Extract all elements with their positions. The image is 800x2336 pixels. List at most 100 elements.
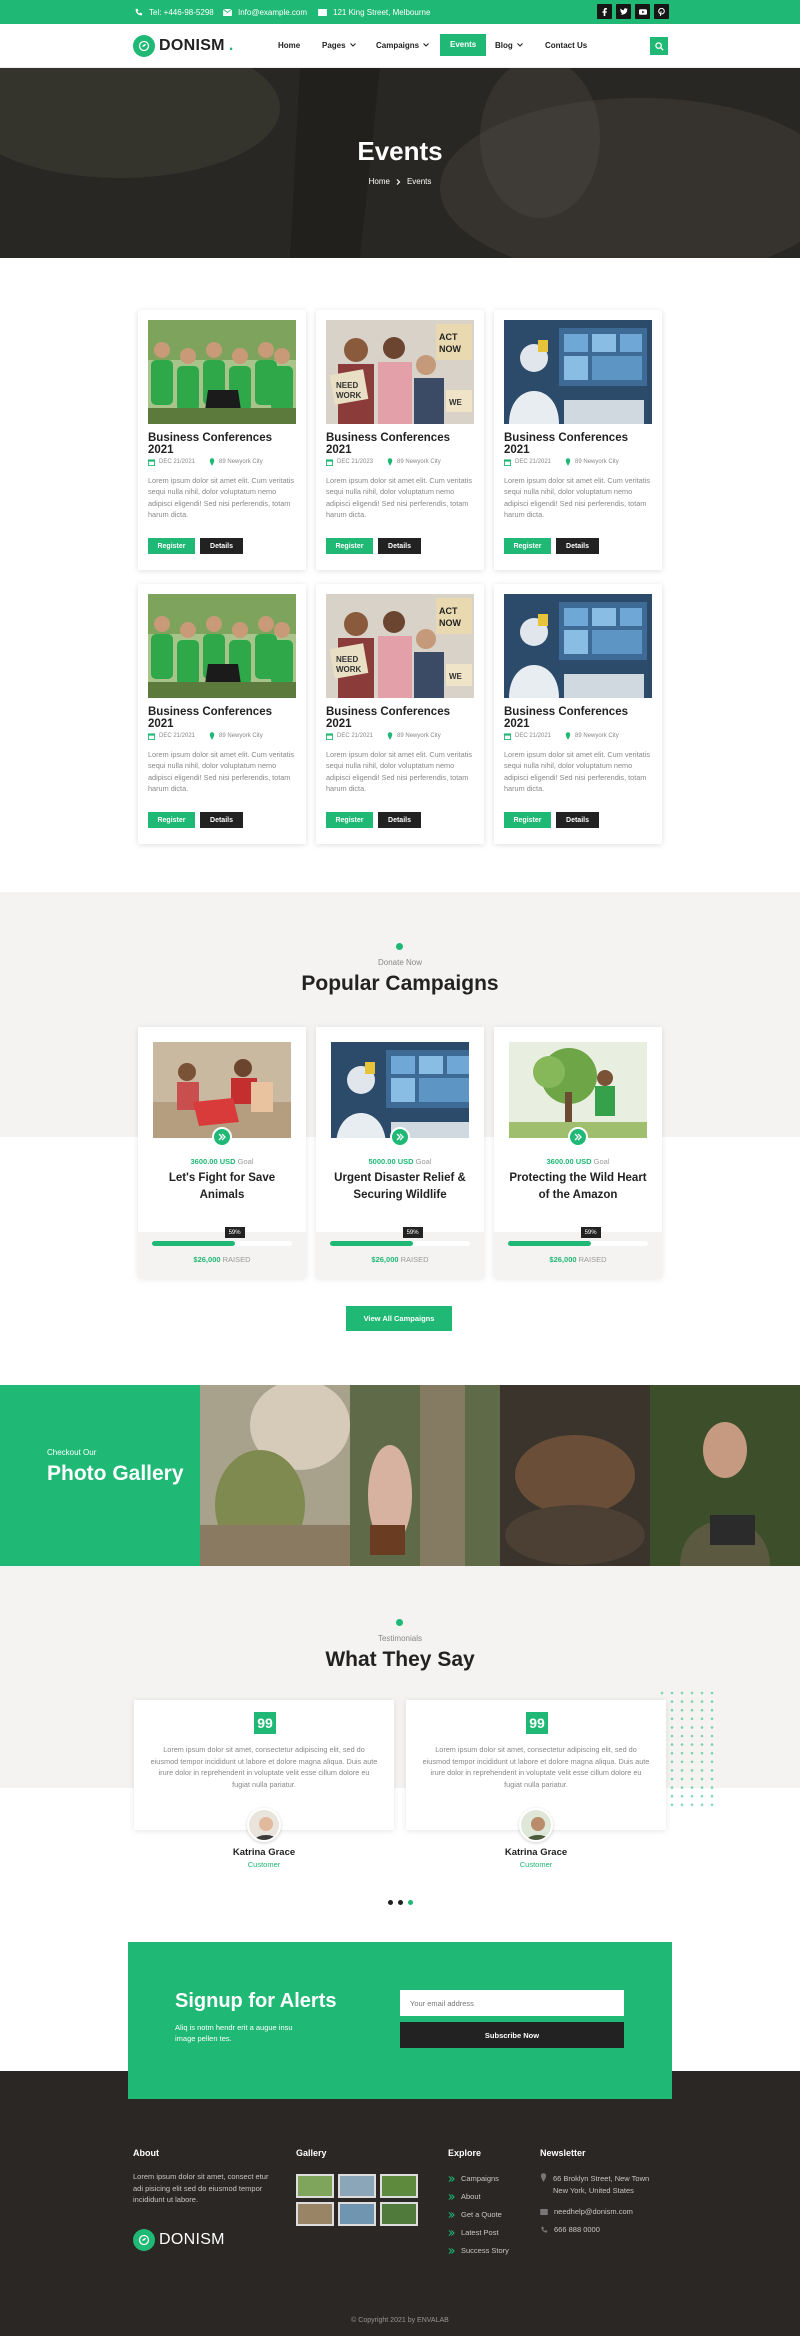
carousel-dots (388, 1900, 413, 1905)
campaign-title[interactable]: Protecting the Wild Heart of the Amazon (508, 1170, 648, 1204)
event-title[interactable]: Business Conferences 2021 (148, 432, 298, 456)
event-image[interactable] (504, 320, 652, 424)
footer-phone[interactable]: 666 888 0000 (540, 2225, 600, 2234)
event-title[interactable]: Business Conferences 2021 (504, 706, 654, 730)
campaign-card: 5000.00 USD Goal Urgent Disaster Relief &… (316, 1027, 484, 1278)
double-chevron-icon[interactable] (390, 1127, 410, 1147)
details-button[interactable]: Details (200, 538, 243, 554)
register-button[interactable]: Register (148, 538, 195, 554)
double-chevron-icon[interactable] (568, 1127, 588, 1147)
details-button[interactable]: Details (556, 812, 599, 828)
event-date: DEC 21/2021 (326, 732, 373, 740)
nav-blog[interactable]: Blog (495, 34, 523, 56)
footer-gallery-thumb[interactable] (380, 2174, 418, 2198)
pinterest-icon[interactable] (654, 4, 669, 19)
email-info: Info@example.com (223, 0, 307, 24)
double-chevron-icon[interactable] (212, 1127, 232, 1147)
footer-gallery-thumb[interactable] (338, 2174, 376, 2198)
campaign-title[interactable]: Urgent Disaster Relief & Securing Wildli… (330, 1170, 470, 1204)
event-image[interactable] (148, 320, 296, 424)
register-button[interactable]: Register (504, 812, 551, 828)
search-button[interactable] (650, 37, 668, 55)
campaign-goal: 3600.00 USD Goal (138, 1157, 306, 1166)
footer-gallery-thumb[interactable] (338, 2202, 376, 2226)
footer-link-about[interactable]: About (448, 2192, 481, 2201)
footer-email-text: needhelp@donism.com (554, 2207, 633, 2216)
footer-link-success-story[interactable]: Success Story (448, 2246, 509, 2255)
event-image[interactable] (504, 594, 652, 698)
footer-link-get-a-quote[interactable]: Get a Quote (448, 2210, 502, 2219)
gallery-image-tree[interactable] (350, 1385, 500, 1566)
carousel-dot[interactable] (398, 1900, 403, 1905)
photo-gallery: Checkout Our Photo Gallery (0, 1385, 800, 1566)
event-title[interactable]: Business Conferences 2021 (326, 432, 476, 456)
campaign-image[interactable] (331, 1042, 469, 1138)
calendar-icon (148, 732, 155, 740)
register-button[interactable]: Register (326, 538, 373, 554)
event-meta: DEC 21/2021 89 Newyork City (148, 458, 263, 466)
nav-events[interactable]: Events (440, 34, 487, 56)
event-description: Lorem ipsum dolor sit amet elit. Cum ver… (326, 476, 472, 519)
footer-link-label: Success Story (461, 2246, 509, 2255)
details-button[interactable]: Details (200, 812, 243, 828)
footer-gallery-thumb[interactable] (380, 2202, 418, 2226)
breadcrumb-home[interactable]: Home (369, 177, 390, 186)
map-pin-icon (565, 458, 571, 466)
chevron-right-icon (396, 178, 401, 185)
double-chevron-icon (448, 2211, 455, 2218)
nav-campaigns[interactable]: Campaigns (376, 34, 430, 56)
footer-link-latest-post[interactable]: Latest Post (448, 2228, 499, 2237)
footer-link-campaigns[interactable]: Campaigns (448, 2174, 499, 2183)
event-location: 89 Newyork City (209, 458, 263, 466)
footer-gallery-thumb[interactable] (296, 2174, 334, 2198)
campaign-image[interactable] (153, 1042, 291, 1138)
goal-label: Goal (415, 1157, 432, 1166)
register-button[interactable]: Register (504, 538, 551, 554)
view-all-campaigns-button[interactable]: View All Campaigns (346, 1306, 452, 1331)
email-text[interactable]: Info@example.com (238, 8, 307, 17)
email-input[interactable] (400, 1990, 624, 2016)
quote-icon: 99 (254, 1712, 276, 1734)
leaf-icon (133, 2229, 155, 2251)
youtube-icon[interactable] (635, 4, 650, 19)
phone-text[interactable]: Tel: +446-98-5298 (149, 8, 214, 17)
register-button[interactable]: Register (326, 812, 373, 828)
gallery-image-portrait[interactable] (650, 1385, 800, 1566)
subscribe-button[interactable]: Subscribe Now (400, 2022, 624, 2048)
event-title[interactable]: Business Conferences 2021 (504, 432, 654, 456)
raised-label: RAISED (578, 1255, 607, 1264)
facebook-icon[interactable] (597, 4, 612, 19)
event-title[interactable]: Business Conferences 2021 (326, 706, 476, 730)
nav-home[interactable]: Home (278, 34, 300, 56)
gallery-image-hands-soil[interactable] (500, 1385, 650, 1566)
footer-logo[interactable]: DONISM (133, 2229, 225, 2251)
campaign-image[interactable] (509, 1042, 647, 1138)
details-button[interactable]: Details (378, 812, 421, 828)
details-button[interactable]: Details (556, 538, 599, 554)
details-button[interactable]: Details (378, 538, 421, 554)
gallery-image-planting[interactable] (200, 1385, 350, 1566)
phone-icon (540, 2226, 548, 2234)
footer-email[interactable]: needhelp@donism.com (540, 2207, 633, 2216)
event-date: DEC 21/2021 (148, 732, 195, 740)
carousel-dot-active[interactable] (408, 1900, 413, 1905)
event-location: 89 Newyork City (565, 732, 619, 740)
event-image[interactable] (148, 594, 296, 698)
double-chevron-icon (448, 2175, 455, 2182)
nav-label: Contact Us (545, 40, 588, 50)
campaign-title[interactable]: Let's Fight for Save Animals (152, 1170, 292, 1204)
campaign-goal: 5000.00 USD Goal (316, 1157, 484, 1166)
twitter-icon[interactable] (616, 4, 631, 19)
event-title[interactable]: Business Conferences 2021 (148, 706, 298, 730)
site-logo[interactable]: DONISM. (133, 35, 234, 57)
event-location-text: 89 Newyork City (219, 459, 263, 465)
register-button[interactable]: Register (148, 812, 195, 828)
progress-bar (330, 1241, 470, 1246)
nav-contact[interactable]: Contact Us (545, 34, 587, 56)
carousel-dot[interactable] (388, 1900, 393, 1905)
event-image[interactable]: ACT NOW NEED WORK WE (326, 320, 474, 424)
footer-gallery-thumb[interactable] (296, 2202, 334, 2226)
nav-label-active: Events (440, 34, 487, 56)
nav-pages[interactable]: Pages (322, 34, 356, 56)
event-image[interactable]: ACT NOW NEED WORK WE (326, 594, 474, 698)
